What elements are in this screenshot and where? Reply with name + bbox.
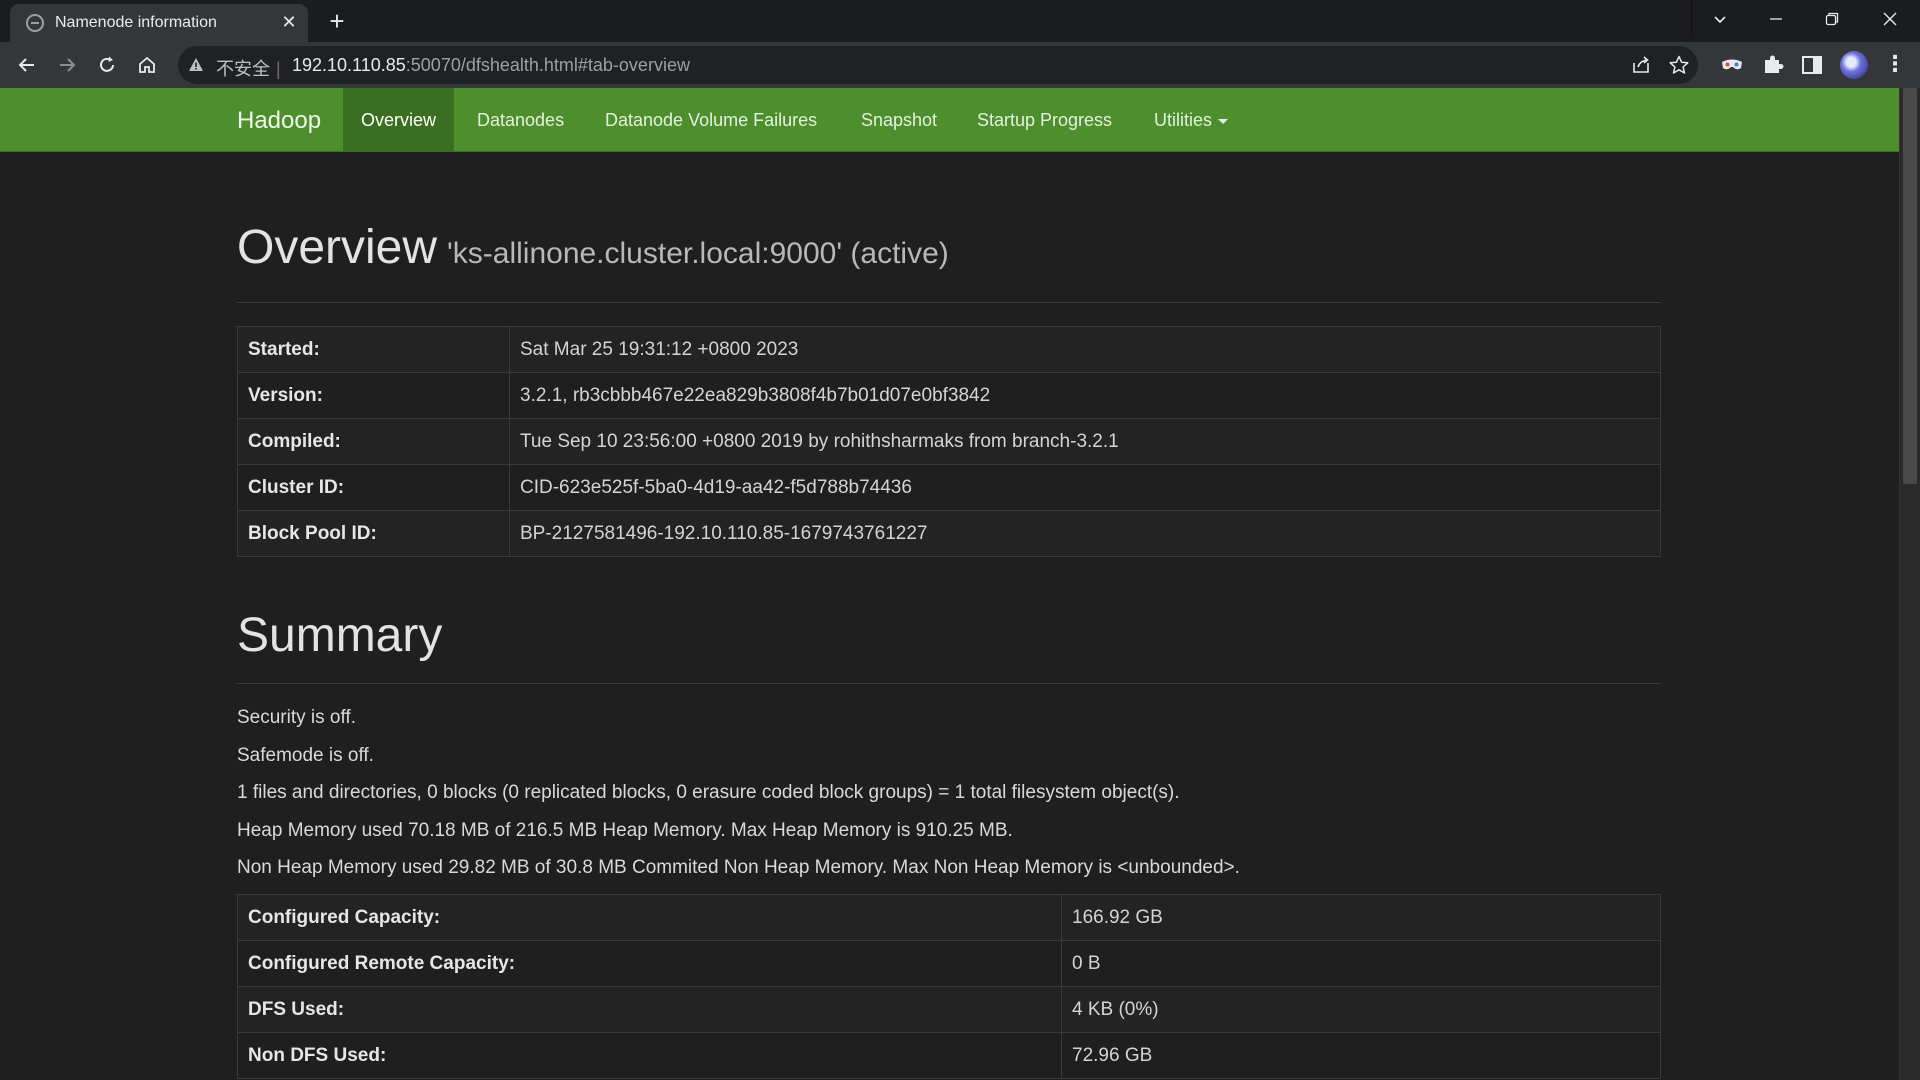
- back-icon[interactable]: [10, 48, 44, 82]
- row-key: Started:: [237, 326, 510, 373]
- row-value: Tue Sep 10 23:56:00 +0800 2019 by rohith…: [509, 418, 1661, 465]
- row-value: 166.92 GB: [1061, 894, 1661, 941]
- table-row: Non DFS Used: 72.96 GB: [237, 1032, 1661, 1079]
- scrollbar-thumb[interactable]: [1903, 88, 1917, 484]
- extension-mask-icon[interactable]: [1719, 52, 1745, 78]
- warning-icon[interactable]: [188, 57, 204, 78]
- tab-title: Namenode information: [55, 14, 217, 31]
- browser-tab[interactable]: Namenode information ✕: [10, 4, 308, 42]
- home-icon[interactable]: [130, 48, 164, 82]
- divider: [237, 302, 1661, 303]
- page-scrollbar[interactable]: [1899, 88, 1920, 1080]
- row-key: Compiled:: [237, 418, 510, 465]
- page-viewport: Hadoop Overview Datanodes Datanode Volum…: [0, 88, 1920, 1080]
- url-text[interactable]: 192.10.110.85:50070/dfshealth.html#tab-o…: [292, 55, 690, 76]
- new-tab-button[interactable]: +: [322, 7, 352, 37]
- overview-header: Overview 'ks-allinone.cluster.local:9000'…: [237, 220, 1661, 275]
- security-status: Security is off.: [237, 707, 356, 728]
- browser-tab-strip: Namenode information ✕ +: [0, 0, 1920, 42]
- row-value: Sat Mar 25 19:31:12 +0800 2023: [509, 326, 1661, 373]
- page-subtitle: 'ks-allinone.cluster.local:9000' (active…: [447, 237, 949, 270]
- page-title: Overview: [237, 221, 438, 274]
- row-value: 4 KB (0%): [1061, 986, 1661, 1033]
- divider: [1691, 0, 1692, 38]
- close-window-button[interactable]: [1862, 0, 1918, 38]
- nav-datanode-volume-failures[interactable]: Datanode Volume Failures: [587, 88, 835, 152]
- divider: [237, 683, 1661, 684]
- heap-memory: Heap Memory used 70.18 MB of 216.5 MB He…: [237, 820, 1013, 841]
- table-row: Started: Sat Mar 25 19:31:12 +0800 2023: [237, 326, 1661, 373]
- row-value: CID-623e525f-5ba0-4d19-aa42-f5d788b74436: [509, 464, 1661, 511]
- tab-search-icon[interactable]: [1692, 0, 1748, 38]
- address-bar[interactable]: 不安全 | 192.10.110.85:50070/dfshealth.html#…: [178, 46, 1698, 84]
- row-key: Block Pool ID:: [237, 510, 510, 557]
- nav-snapshot[interactable]: Snapshot: [843, 88, 955, 152]
- row-key: Version:: [237, 372, 510, 419]
- table-row: Block Pool ID: BP-2127581496-192.10.110.…: [237, 510, 1661, 557]
- table-row: DFS Used: 4 KB (0%): [237, 986, 1661, 1033]
- row-key: Cluster ID:: [237, 464, 510, 511]
- summary-title: Summary: [237, 609, 443, 662]
- bookmark-star-icon[interactable]: [1668, 54, 1690, 76]
- browser-toolbar: 不安全 | 192.10.110.85:50070/dfshealth.html#…: [0, 42, 1920, 88]
- table-row: Version: 3.2.1, rb3cbbb467e22ea829b3808f…: [237, 372, 1661, 419]
- more-menu-icon[interactable]: ⋮: [1884, 52, 1906, 78]
- table-row: Cluster ID: CID-623e525f-5ba0-4d19-aa42-…: [237, 464, 1661, 511]
- nav-overview[interactable]: Overview: [343, 88, 455, 152]
- non-heap-memory: Non Heap Memory used 29.82 MB of 30.8 MB…: [237, 857, 1240, 878]
- profile-avatar[interactable]: [1840, 51, 1868, 79]
- security-label[interactable]: 不安全 |: [216, 55, 281, 81]
- side-panel-icon[interactable]: [1799, 52, 1825, 78]
- caret-down-icon: [1218, 118, 1229, 124]
- hadoop-navbar: Hadoop Overview Datanodes Datanode Volum…: [0, 88, 1899, 152]
- overview-table: Started: Sat Mar 25 19:31:12 +0800 2023 …: [237, 326, 1661, 557]
- capacity-table: Configured Capacity: 166.92 GB Configure…: [237, 894, 1661, 1079]
- restore-button[interactable]: [1804, 0, 1860, 38]
- table-row: Configured Capacity: 166.92 GB: [237, 894, 1661, 941]
- nav-utilities-dropdown[interactable]: Utilities: [1136, 88, 1246, 152]
- safemode-status: Safemode is off.: [237, 745, 374, 766]
- row-key: Configured Remote Capacity:: [237, 940, 1062, 987]
- extensions-puzzle-icon[interactable]: [1760, 52, 1786, 78]
- brand-logo[interactable]: Hadoop: [237, 107, 321, 135]
- row-key: Non DFS Used:: [237, 1032, 1062, 1079]
- table-row: Compiled: Tue Sep 10 23:56:00 +0800 2019…: [237, 418, 1661, 465]
- row-key: Configured Capacity:: [237, 894, 1062, 941]
- row-key: DFS Used:: [237, 986, 1062, 1033]
- nav-startup-progress[interactable]: Startup Progress: [959, 88, 1130, 152]
- forward-icon[interactable]: [50, 48, 84, 82]
- nav-datanodes[interactable]: Datanodes: [459, 88, 582, 152]
- globe-icon: [26, 14, 44, 32]
- share-icon[interactable]: [1630, 54, 1652, 76]
- row-value: 3.2.1, rb3cbbb467e22ea829b3808f4b7b01d07…: [509, 372, 1661, 419]
- table-row: Configured Remote Capacity: 0 B: [237, 940, 1661, 987]
- reload-icon[interactable]: [90, 48, 124, 82]
- minimize-button[interactable]: [1748, 0, 1804, 38]
- row-value: BP-2127581496-192.10.110.85-167974376122…: [509, 510, 1661, 557]
- row-value: 72.96 GB: [1061, 1032, 1661, 1079]
- close-tab-icon[interactable]: ✕: [278, 11, 300, 33]
- row-value: 0 B: [1061, 940, 1661, 987]
- filesystem-objects: 1 files and directories, 0 blocks (0 rep…: [237, 782, 1180, 803]
